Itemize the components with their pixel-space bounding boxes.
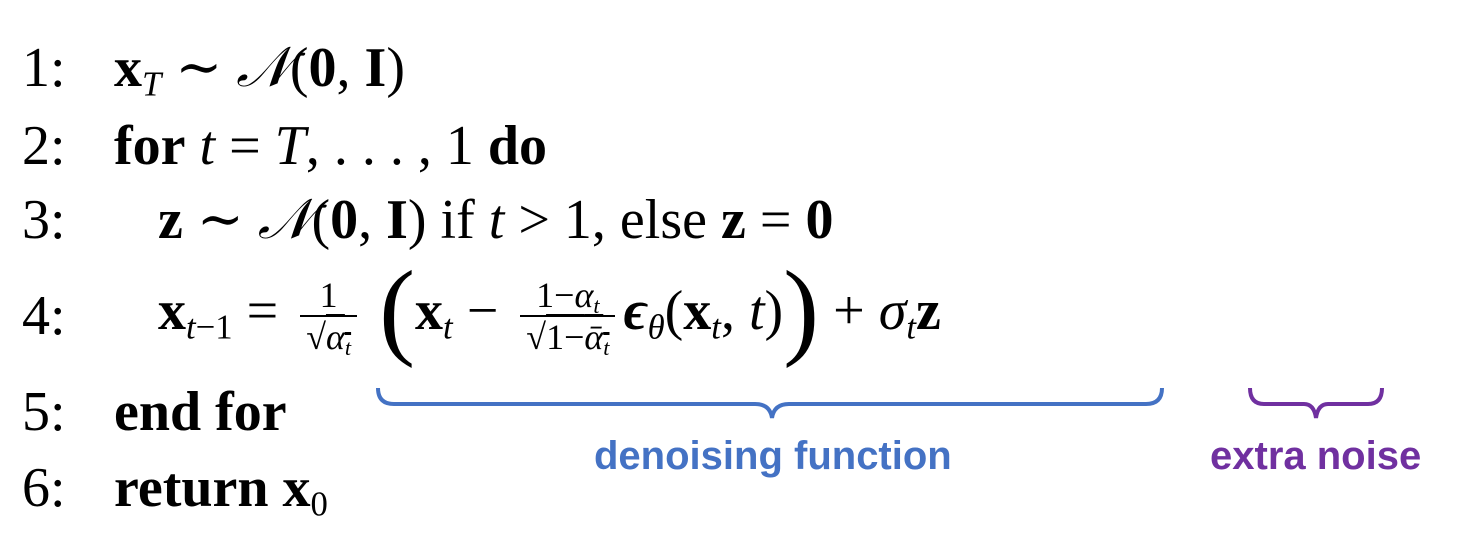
keyword-return: return: [114, 457, 269, 519]
extra-noise-brace: [1248, 387, 1384, 419]
equation-sample-z: z ∼ 𝒩(0, I): [158, 187, 441, 252]
extra-noise-label: extra noise: [1210, 434, 1422, 478]
denoising-function-label: denoising function: [594, 434, 952, 478]
text-if: if: [440, 189, 475, 251]
fraction-noise-scale: 1−αt √1−ᾱt: [520, 277, 616, 359]
algorithm-figure: 1: xT ∼ 𝒩(0, I) 2: for t = T, . . . , 1 …: [0, 0, 1458, 548]
line-number: 5:: [22, 381, 66, 443]
line-number: 2:: [22, 115, 66, 177]
equation-return-x0: x0: [282, 457, 328, 524]
line-number: 3:: [22, 189, 66, 251]
keyword-do: do: [487, 115, 547, 177]
keyword-for: for: [114, 115, 186, 177]
line-number: 6:: [22, 457, 66, 519]
algorithm-line-4: 4: xt−1 = 1 √αt (xt − 1−αt √1−ᾱt ϵθ(xt, …: [22, 250, 941, 382]
text-else: else: [619, 189, 707, 251]
equation-sample-xT: xT ∼ 𝒩(0, I): [114, 35, 405, 104]
line-number: 4:: [22, 285, 66, 347]
line-number: 1:: [22, 37, 66, 99]
denoising-brace: [376, 387, 1164, 419]
equation-z-zero: z = 0: [720, 189, 834, 251]
equation-condition: t > 1,: [488, 189, 620, 251]
equation-update-step: xt−1 = 1 √αt (xt − 1−αt √1−ᾱt ϵθ(xt, t))…: [158, 250, 941, 369]
fraction-one-over-sqrt-alpha: 1 √αt: [300, 277, 358, 359]
keyword-end-for: end for: [114, 381, 287, 443]
equation-loop-range: t = T, . . . , 1: [199, 115, 488, 177]
algorithm-line-6: 6: return x0: [22, 460, 328, 548]
